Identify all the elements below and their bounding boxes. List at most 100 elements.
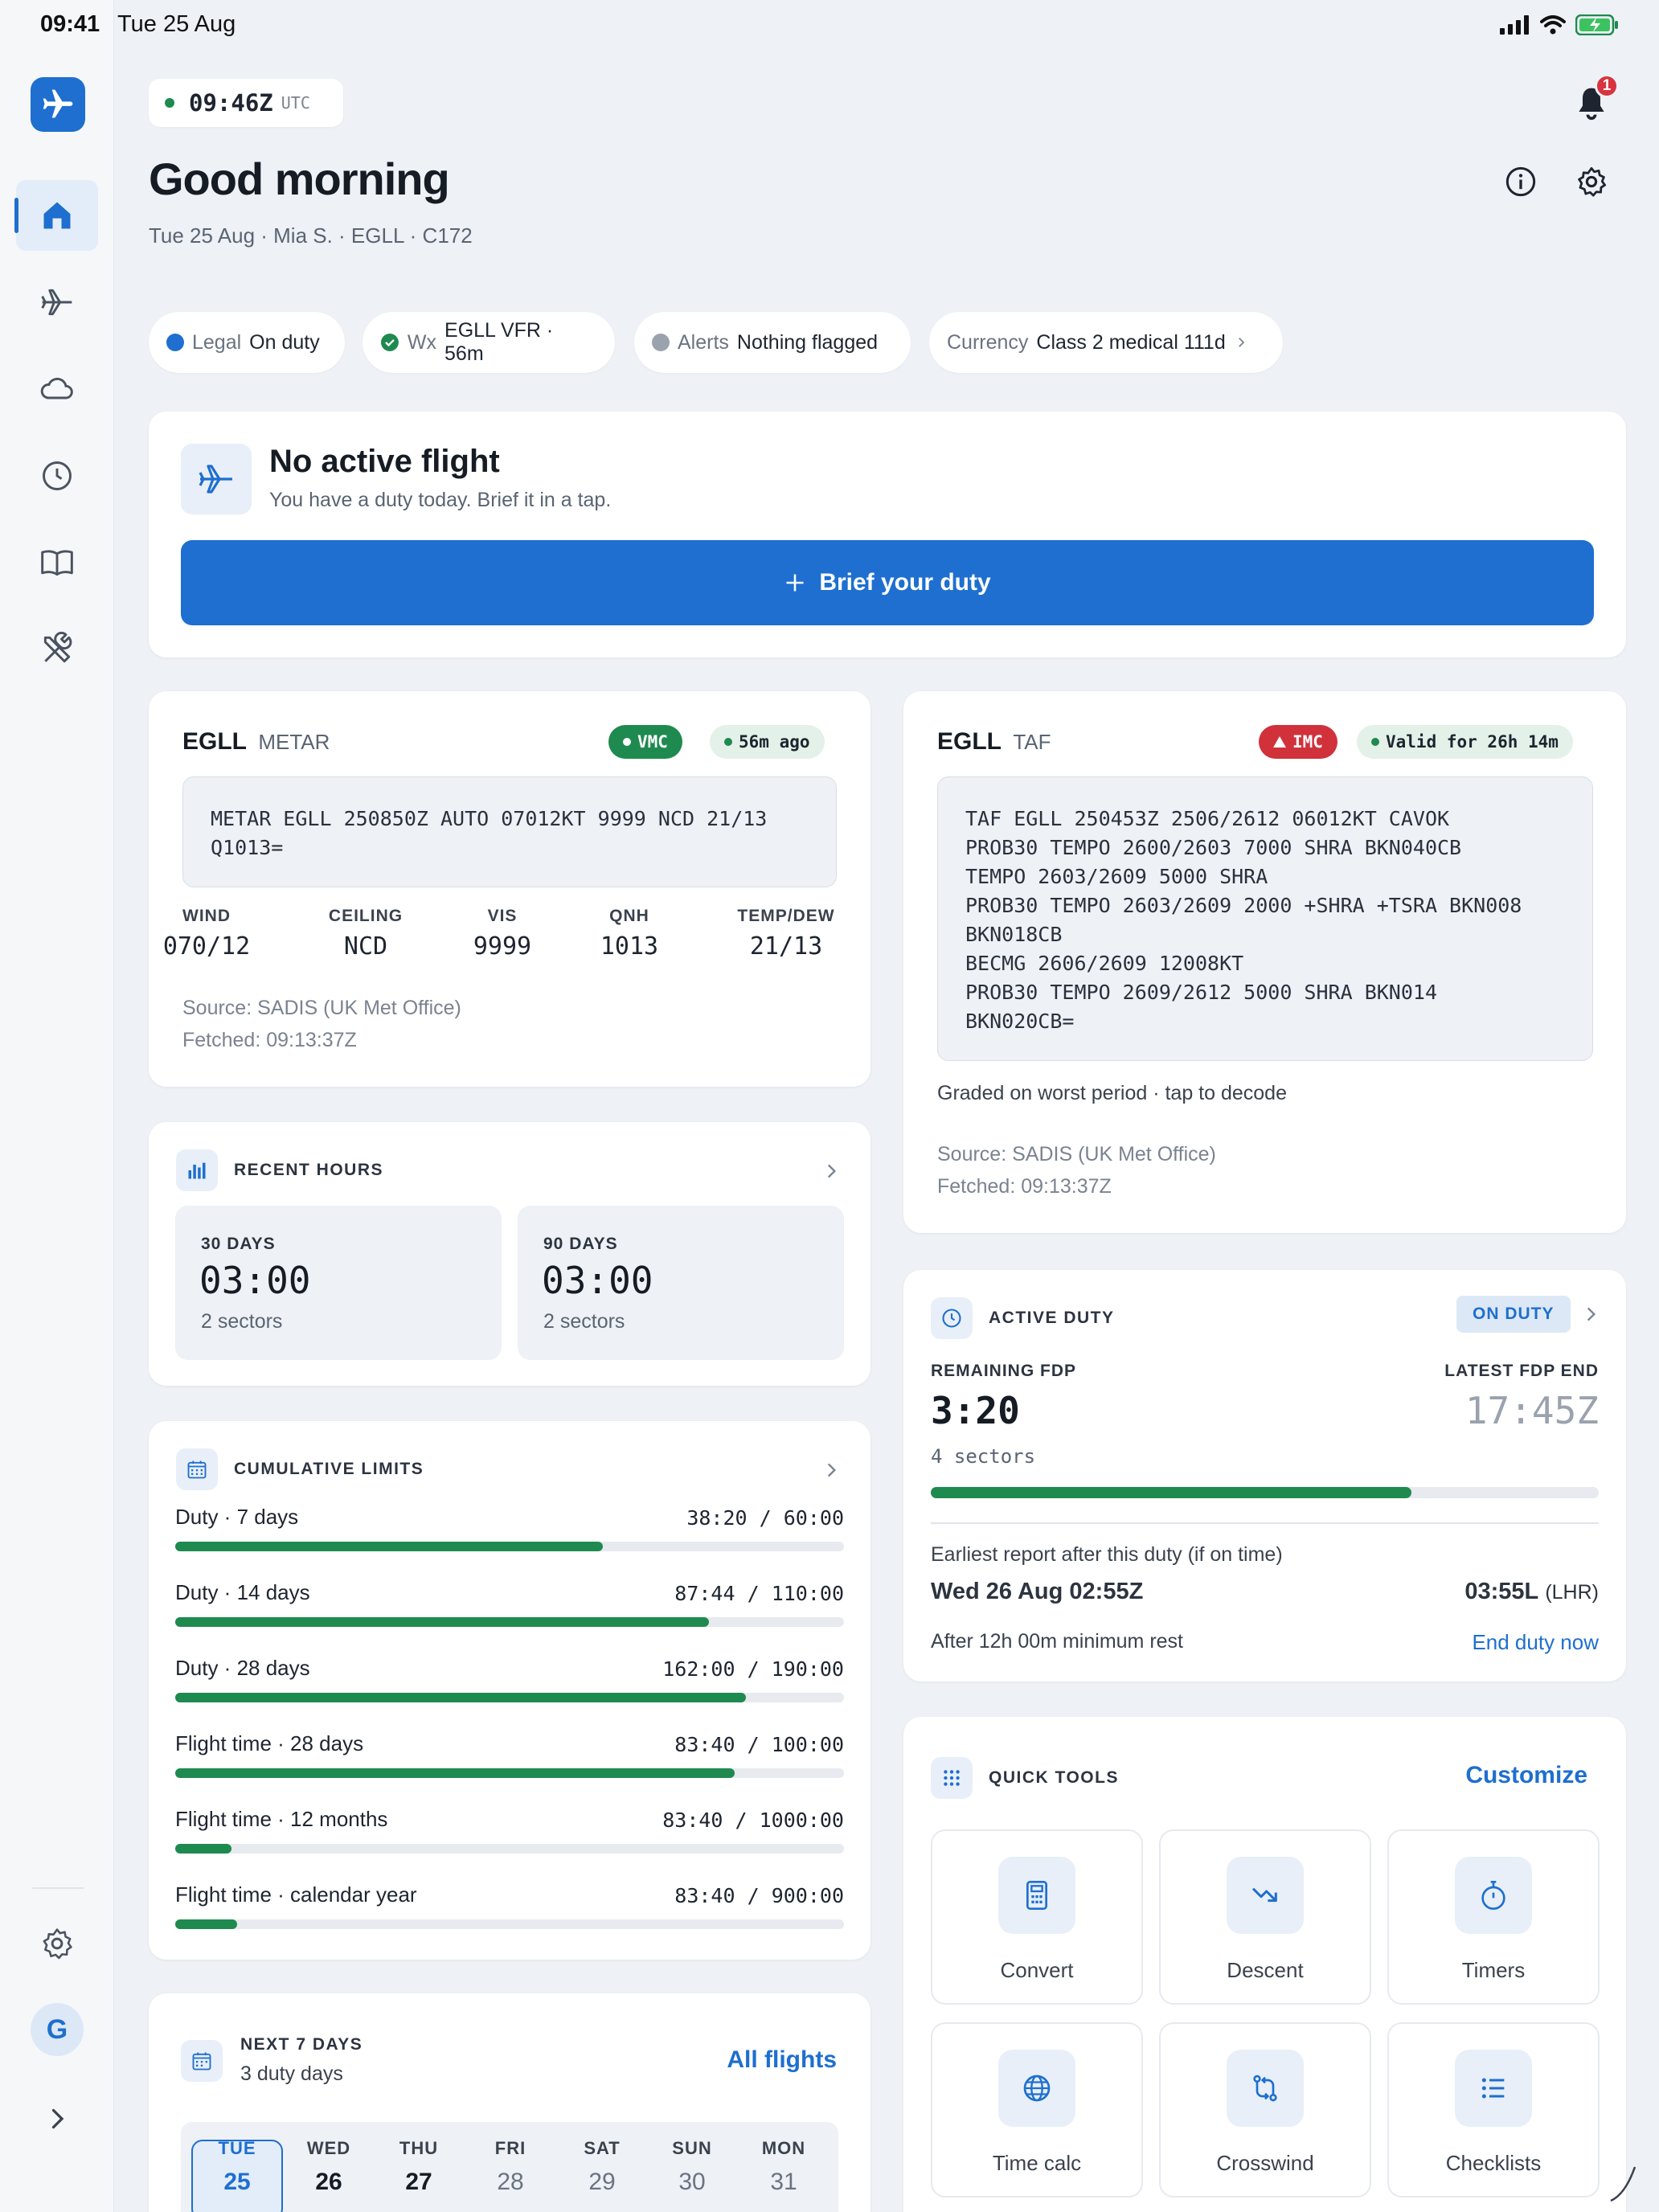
stopwatch-icon xyxy=(1481,1881,1505,1910)
taf-source: Source: SADIS (UK Met Office) xyxy=(937,1143,1216,1165)
tool-convert[interactable]: Convert xyxy=(931,1829,1143,2005)
all-flights-link[interactable]: All flights xyxy=(727,2046,837,2074)
metar-kind: METAR xyxy=(258,730,330,754)
utc-clock: 09:46Z UTC xyxy=(149,79,343,127)
plane-icon xyxy=(41,289,72,316)
tool-timers[interactable]: Timers xyxy=(1387,1829,1600,2005)
earliest-local-code: (LHR) xyxy=(1545,1581,1599,1604)
metar-source: Source: SADIS (UK Met Office) xyxy=(182,997,461,1019)
app-logo[interactable] xyxy=(31,77,85,132)
metar-station: EGLL xyxy=(182,728,247,755)
day-tue[interactable]: TUE 25 xyxy=(193,2138,281,2196)
avatar[interactable]: G xyxy=(31,2003,84,2056)
sidebar-item-weather[interactable] xyxy=(16,354,98,424)
metar-temp-value: 21/13 xyxy=(749,932,823,961)
chip-currency-label: Currency xyxy=(947,330,1029,354)
sidebar-item-tools[interactable] xyxy=(16,614,98,685)
plus-icon xyxy=(786,574,804,592)
tools-icon-tile xyxy=(931,1757,973,1799)
wifi-icon xyxy=(1540,15,1566,35)
vmc-badge: VMC xyxy=(608,725,682,759)
next-days-title: NEXT 7 DAYS xyxy=(240,2035,363,2054)
vmc-label: VMC xyxy=(637,732,668,752)
greeting-subline: Tue 25 Aug · Mia S. · EGLL · C172 xyxy=(149,223,473,248)
hours-90-label: 90 DAYS xyxy=(543,1235,618,1253)
metar-temp-label: TEMP/DEW xyxy=(737,907,835,925)
limit-row-label: Flight time · calendar year xyxy=(175,1882,417,1907)
chip-currency-value: Class 2 medical 111d xyxy=(1036,330,1226,354)
limit-row-label: Flight time · 28 days xyxy=(175,1731,364,1755)
battery-icon xyxy=(1575,14,1618,35)
limit-row-value: 83:40 / 900:00 xyxy=(674,1884,844,1907)
day-sun[interactable]: SUN 30 xyxy=(648,2138,736,2196)
day-fri[interactable]: FRI 28 xyxy=(466,2138,555,2196)
active-duty-title: ACTIVE DUTY xyxy=(989,1309,1115,1327)
chip-alerts-value: Nothing flagged xyxy=(736,330,879,354)
chip-weather[interactable]: Wx EGLL VFR · 56m xyxy=(363,312,615,373)
sidebar-item-flights[interactable] xyxy=(16,267,98,338)
earliest-report-local: 03:55L (LHR) xyxy=(1464,1579,1599,1605)
alerts-status-dot xyxy=(652,334,670,351)
legal-status-dot xyxy=(166,334,184,351)
brief-duty-button[interactable]: Brief your duty xyxy=(181,540,1594,625)
validity-dot xyxy=(1371,738,1379,746)
sidebar-item-logbook[interactable] xyxy=(16,527,98,598)
chevron-right-icon xyxy=(827,1463,837,1477)
taf-validity-badge: Valid for 26h 14m xyxy=(1357,725,1573,759)
status-date: Tue 25 Aug xyxy=(117,11,236,37)
sidebar-item-home[interactable] xyxy=(14,180,98,251)
warning-triangle-icon xyxy=(1273,736,1286,748)
sidebar-expand-button[interactable] xyxy=(16,2083,98,2154)
status-time: 09:41 xyxy=(40,11,100,37)
pencil-stroke-icon xyxy=(1610,2166,1636,2202)
sidebar-item-duty[interactable] xyxy=(16,440,98,511)
check-circle-icon xyxy=(380,334,399,351)
limit-progress-track xyxy=(175,1919,844,1929)
flight-icon-tile xyxy=(181,444,252,514)
limit-progress-fill xyxy=(175,1617,709,1627)
plane-icon xyxy=(199,465,232,494)
day-thu[interactable]: THU 27 xyxy=(375,2138,463,2196)
chip-weather-value: EGLL VFR · 56m xyxy=(444,319,554,365)
day-wed[interactable]: WED 26 xyxy=(285,2138,373,2196)
settings-button[interactable] xyxy=(1572,162,1611,201)
earliest-local-time: 03:55L xyxy=(1464,1579,1539,1604)
cumulative-limits-card[interactable]: CUMULATIVE LIMITS xyxy=(149,1421,870,1960)
calculator-icon xyxy=(1026,1881,1047,1910)
tool-checklists[interactable]: Checklists xyxy=(1387,2022,1600,2198)
day-name: SUN xyxy=(672,2138,712,2158)
metar-ceiling-label: CEILING xyxy=(328,907,403,925)
limit-progress-fill xyxy=(175,1542,603,1551)
limit-progress-fill xyxy=(175,1693,746,1702)
day-sat[interactable]: SAT 29 xyxy=(558,2138,646,2196)
day-date: 25 xyxy=(223,2169,251,2195)
active-duty-card[interactable]: ACTIVE DUTY ON DUTY REMAINING FDP 3:20 4… xyxy=(903,1270,1626,1682)
metar-card[interactable]: EGLL METAR VMC 56m ago METAR EGLL 250850… xyxy=(149,691,870,1087)
vmc-dot xyxy=(623,738,631,746)
taf-graded-note: Graded on worst period · tap to decode xyxy=(937,1082,1287,1104)
metar-fetched: Fetched: 09:13:37Z xyxy=(182,1029,357,1051)
utc-label: UTC xyxy=(281,93,310,113)
tool-descent[interactable]: Descent xyxy=(1159,1829,1371,2005)
hours-90-days: 90 DAYS 03:00 2 sectors xyxy=(518,1206,844,1360)
customize-link[interactable]: Customize xyxy=(1465,1762,1587,1789)
day-name: SAT xyxy=(584,2138,621,2158)
clock-icon xyxy=(942,1309,961,1328)
taf-card[interactable]: EGLL TAF IMC Valid for 26h 14m TAF EGLL … xyxy=(903,691,1626,1233)
notification-count-badge: 1 xyxy=(1595,74,1619,98)
quick-tools-title: QUICK TOOLS xyxy=(989,1768,1119,1787)
tool-crosswind[interactable]: Crosswind xyxy=(1159,2022,1371,2198)
limit-row-label: Duty · 28 days xyxy=(175,1656,310,1680)
day-mon[interactable]: MON 31 xyxy=(739,2138,828,2196)
info-button[interactable] xyxy=(1501,162,1540,201)
tool-time-calc[interactable]: Time calc xyxy=(931,2022,1143,2198)
chip-currency[interactable]: Currency Class 2 medical 111d xyxy=(929,312,1283,373)
book-icon xyxy=(41,550,73,576)
next-days-icon-tile xyxy=(181,2040,223,2082)
sidebar-item-settings[interactable] xyxy=(16,1908,98,1979)
chip-alerts[interactable]: Alerts Nothing flagged xyxy=(634,312,911,373)
day-name: TUE xyxy=(218,2138,256,2158)
info-icon xyxy=(1505,166,1536,197)
chip-legal[interactable]: Legal On duty xyxy=(149,312,345,373)
end-duty-link[interactable]: End duty now xyxy=(1472,1630,1599,1655)
